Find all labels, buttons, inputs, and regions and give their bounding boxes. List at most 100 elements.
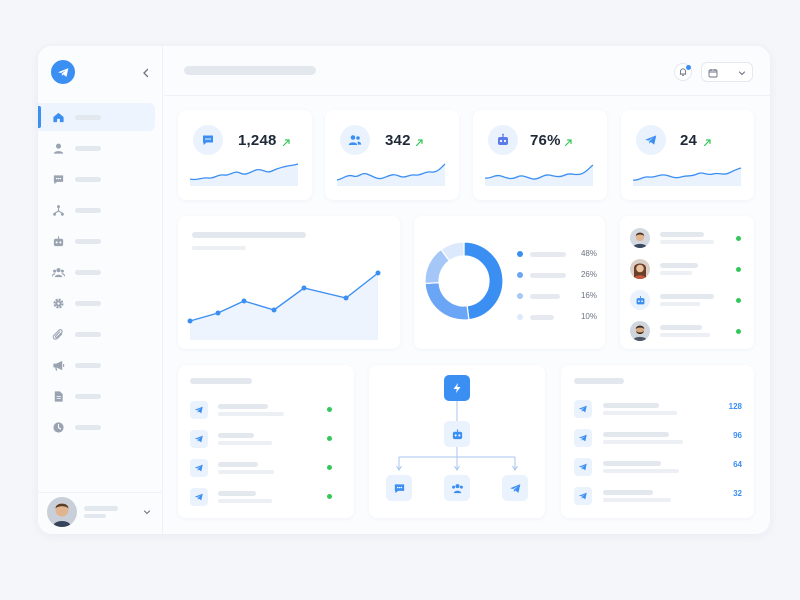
calendar-icon — [708, 69, 718, 78]
contacts-card[interactable] — [620, 216, 754, 349]
legend-item: 26% — [517, 270, 597, 280]
list-item[interactable]: 128 — [561, 400, 754, 418]
contact-row[interactable] — [620, 288, 754, 312]
contact-row[interactable] — [620, 319, 754, 343]
main-content: 1,248 342 76% 24 48% 26% 16% 10% 128 96 … — [164, 46, 770, 534]
list-item[interactable]: 64 — [561, 458, 754, 476]
stat-icon-circle — [488, 125, 518, 155]
list-title — [574, 378, 624, 384]
bot-icon — [452, 428, 462, 439]
paper-plane-icon — [574, 487, 592, 505]
list-item-subtitle — [603, 440, 683, 444]
sidebar-item-chats[interactable] — [38, 165, 155, 193]
donut-slice[interactable] — [424, 281, 470, 321]
document-icon — [54, 391, 63, 402]
trigger-node[interactable] — [444, 375, 470, 401]
chevron-left-icon[interactable] — [141, 66, 151, 78]
date-picker[interactable] — [701, 62, 753, 82]
status-dot — [327, 436, 332, 441]
legend-label — [530, 273, 566, 278]
online-status — [736, 298, 741, 303]
chat-icon — [203, 135, 213, 145]
sidebar-item-profile[interactable] — [38, 134, 155, 162]
list-item-subtitle — [218, 470, 274, 474]
list-item-subtitle — [218, 412, 284, 416]
list-item[interactable] — [178, 401, 354, 419]
list-item-title — [603, 403, 659, 408]
stat-value: 342 — [385, 132, 411, 149]
sidebar-item-bots[interactable] — [38, 227, 155, 255]
stat-card-messages[interactable]: 1,248 — [178, 110, 312, 200]
sidebar-item-home[interactable] — [38, 103, 155, 131]
top-bar — [164, 46, 770, 96]
legend-value: 16% — [580, 291, 597, 300]
list-item-title — [603, 432, 669, 437]
list-item[interactable] — [178, 430, 354, 448]
stat-card-broadcasts[interactable]: 24 — [621, 110, 754, 200]
contact-name — [660, 232, 704, 237]
chat-icon — [394, 483, 404, 493]
legend-item: 10% — [517, 312, 597, 322]
list-item[interactable] — [178, 459, 354, 477]
sidebar-item-audience[interactable] — [38, 258, 155, 286]
sidebar-item-label — [75, 146, 101, 151]
contact-name — [660, 325, 702, 330]
stat-icon-circle — [193, 125, 223, 155]
sidebar-item-history[interactable] — [38, 413, 155, 441]
users-icon — [348, 135, 362, 145]
list-item[interactable]: 96 — [561, 429, 754, 447]
line-chart — [187, 270, 381, 340]
audience-node[interactable] — [444, 475, 470, 501]
status-dot — [327, 407, 332, 412]
chart-point — [301, 285, 307, 291]
notification-badge — [686, 65, 691, 70]
list-item[interactable] — [178, 488, 354, 506]
sidebar-item-reports[interactable] — [38, 382, 155, 410]
sidebar-item-flows[interactable] — [38, 196, 155, 224]
user-role — [84, 514, 106, 518]
message-node[interactable] — [386, 475, 412, 501]
chevron-down-icon[interactable] — [143, 508, 151, 516]
stat-card-users[interactable]: 342 — [325, 110, 459, 200]
sidebar-item-attachments[interactable] — [38, 320, 155, 348]
paper-plane-icon — [190, 430, 208, 448]
trend-up-icon — [564, 139, 572, 147]
contact-row[interactable] — [620, 226, 754, 250]
sidebar-item-label — [75, 301, 101, 306]
sparkline — [485, 164, 594, 186]
chart-point — [187, 318, 193, 324]
telegram-logo-icon[interactable] — [51, 60, 75, 84]
trend-up-icon — [282, 139, 290, 147]
clock-icon — [53, 422, 64, 433]
legend-value: 26% — [580, 270, 597, 279]
donut-chart-card[interactable]: 48% 26% 16% 10% — [414, 216, 605, 349]
sidebar-item-label — [75, 332, 101, 337]
list-item-subtitle — [218, 499, 272, 503]
chat-icon — [53, 175, 64, 185]
paperclip-icon — [52, 329, 63, 340]
legend-dot — [517, 251, 523, 257]
online-status — [736, 236, 741, 241]
contact-row[interactable] — [620, 257, 754, 281]
list-item[interactable]: 32 — [561, 487, 754, 505]
contact-name — [660, 263, 698, 268]
sidebar-item-settings[interactable] — [38, 289, 155, 317]
avatar[interactable] — [47, 497, 77, 527]
user-profile[interactable] — [38, 492, 163, 534]
line-chart-card[interactable] — [178, 216, 400, 349]
stat-icon-circle — [340, 125, 370, 155]
sidebar-item-broadcasts[interactable] — [38, 351, 155, 379]
bot-node[interactable] — [444, 421, 470, 447]
flow-diagram-card[interactable] — [369, 365, 545, 518]
send-node[interactable] — [502, 475, 528, 501]
channels-list-card[interactable]: 128 96 64 32 — [561, 365, 754, 518]
bot-icon — [498, 133, 508, 145]
stat-card-bot-rate[interactable]: 76% — [473, 110, 607, 200]
activity-list-card[interactable] — [178, 365, 354, 518]
trend-up-icon — [415, 139, 423, 147]
chart-point — [271, 307, 277, 313]
contact-name — [660, 294, 714, 299]
notification-button[interactable] — [674, 63, 692, 81]
paper-plane-icon — [509, 483, 520, 493]
donut-slice[interactable] — [463, 241, 504, 321]
